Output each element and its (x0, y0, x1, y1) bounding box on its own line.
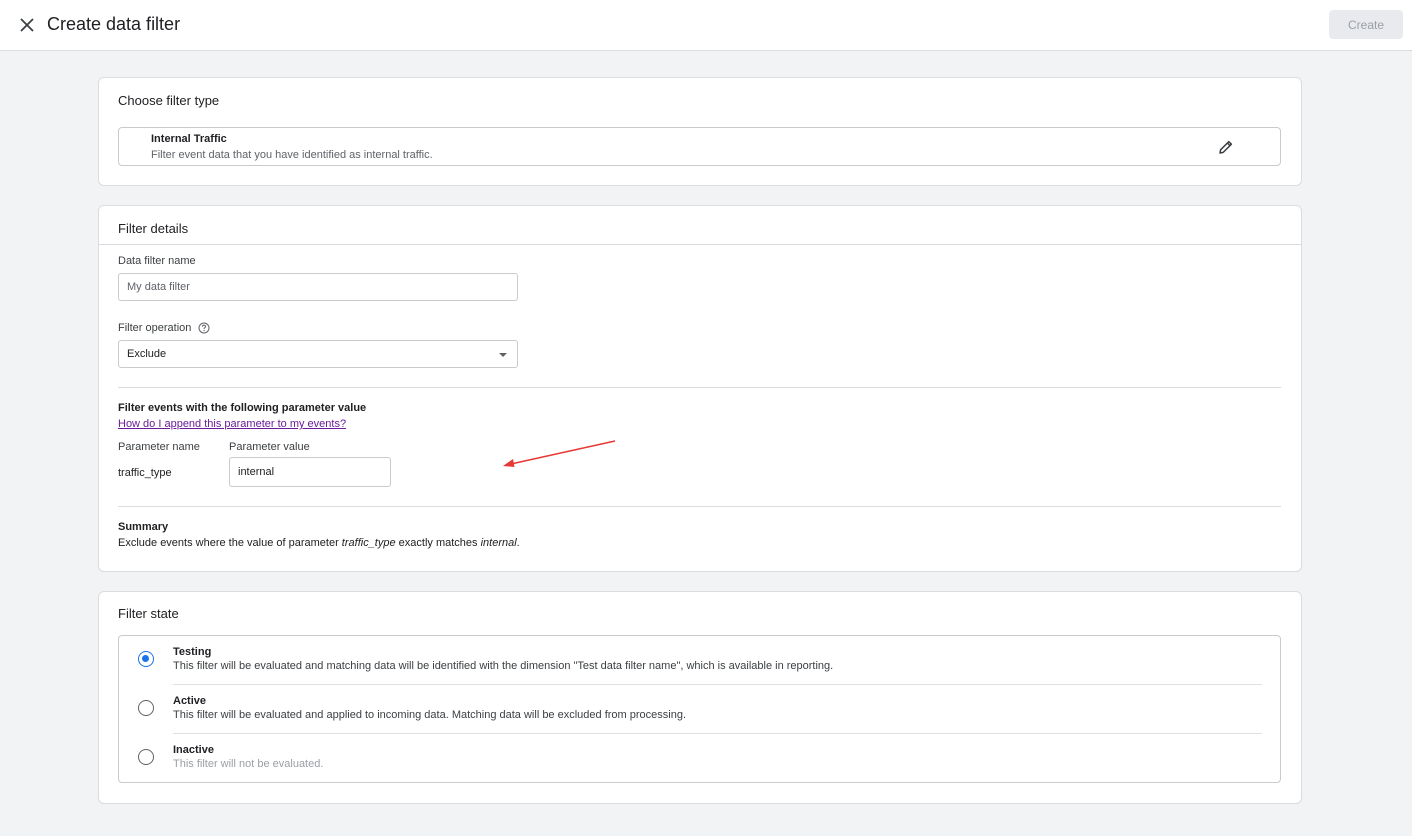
annotation-arrow (503, 440, 616, 467)
summary-title: Summary (118, 521, 169, 533)
dropdown-caret-icon (499, 353, 507, 357)
state-description: This filter will be evaluated and matchi… (173, 660, 834, 672)
filter-operation-label-text: Filter operation (118, 322, 192, 334)
filter-details-title: Filter details (118, 221, 189, 236)
filter-operation-label: Filter operation (118, 322, 210, 334)
edit-filter-type-button[interactable] (1216, 137, 1236, 157)
top-bar: Create data filter Create (0, 0, 1412, 51)
state-description: This filter will be evaluated and applie… (173, 709, 687, 721)
filter-type-name: Internal Traffic (151, 133, 227, 145)
parameter-name-header: Parameter name (118, 441, 200, 453)
summary-text: Exclude events where the value of parame… (118, 537, 520, 549)
state-name: Testing (173, 646, 212, 658)
filter-operation-value: Exclude (127, 348, 167, 360)
data-filter-name-input[interactable] (118, 273, 518, 301)
filter-type-title: Choose filter type (118, 93, 220, 108)
filter-type-card: Choose filter type Internal Traffic Filt… (98, 77, 1302, 186)
summary-suffix: . (516, 537, 520, 549)
summary-prefix: Exclude events where the value of parame… (118, 537, 342, 549)
active-radio[interactable] (138, 700, 154, 716)
section-divider (118, 506, 1281, 507)
close-button[interactable] (14, 12, 40, 38)
filter-type-description: Filter event data that you have identifi… (151, 149, 433, 161)
filter-state-card: Filter state Testing This filter will be… (98, 591, 1302, 804)
filter-operation-select[interactable]: Exclude (118, 340, 518, 368)
state-description: This filter will not be evaluated. (173, 758, 324, 770)
summary-value: internal (480, 537, 517, 549)
summary-param: traffic_type (341, 537, 396, 549)
append-parameter-help-link[interactable]: How do I append this parameter to my eve… (118, 418, 346, 430)
inactive-radio[interactable] (138, 749, 154, 765)
close-icon (20, 18, 34, 32)
help-icon[interactable] (198, 322, 210, 334)
filter-details-card: Filter details Data filter name Filter o… (98, 205, 1302, 572)
state-option-active[interactable]: Active This filter will be evaluated and… (119, 685, 1280, 733)
state-option-inactive[interactable]: Inactive This filter will not be evaluat… (119, 734, 1280, 782)
filter-type-selection[interactable]: Internal Traffic Filter event data that … (118, 127, 1281, 166)
data-filter-name-label: Data filter name (118, 255, 196, 267)
state-name: Inactive (173, 744, 214, 756)
testing-radio[interactable] (138, 651, 154, 667)
summary-middle: exactly matches (395, 537, 481, 549)
pencil-icon (1219, 140, 1233, 154)
parameter-value-input[interactable] (229, 457, 391, 487)
filter-state-options: Testing This filter will be evaluated an… (118, 635, 1281, 783)
parameter-name-value: traffic_type (118, 467, 172, 479)
section-divider (118, 387, 1281, 388)
state-name: Active (173, 695, 207, 707)
parameter-value-header: Parameter value (229, 441, 310, 453)
parameter-section-title: Filter events with the following paramet… (118, 402, 367, 414)
state-option-testing[interactable]: Testing This filter will be evaluated an… (119, 636, 1280, 684)
page-title: Create data filter (47, 14, 181, 34)
filter-state-title: Filter state (118, 606, 179, 621)
card-divider (99, 244, 1301, 245)
create-button[interactable]: Create (1329, 10, 1403, 39)
